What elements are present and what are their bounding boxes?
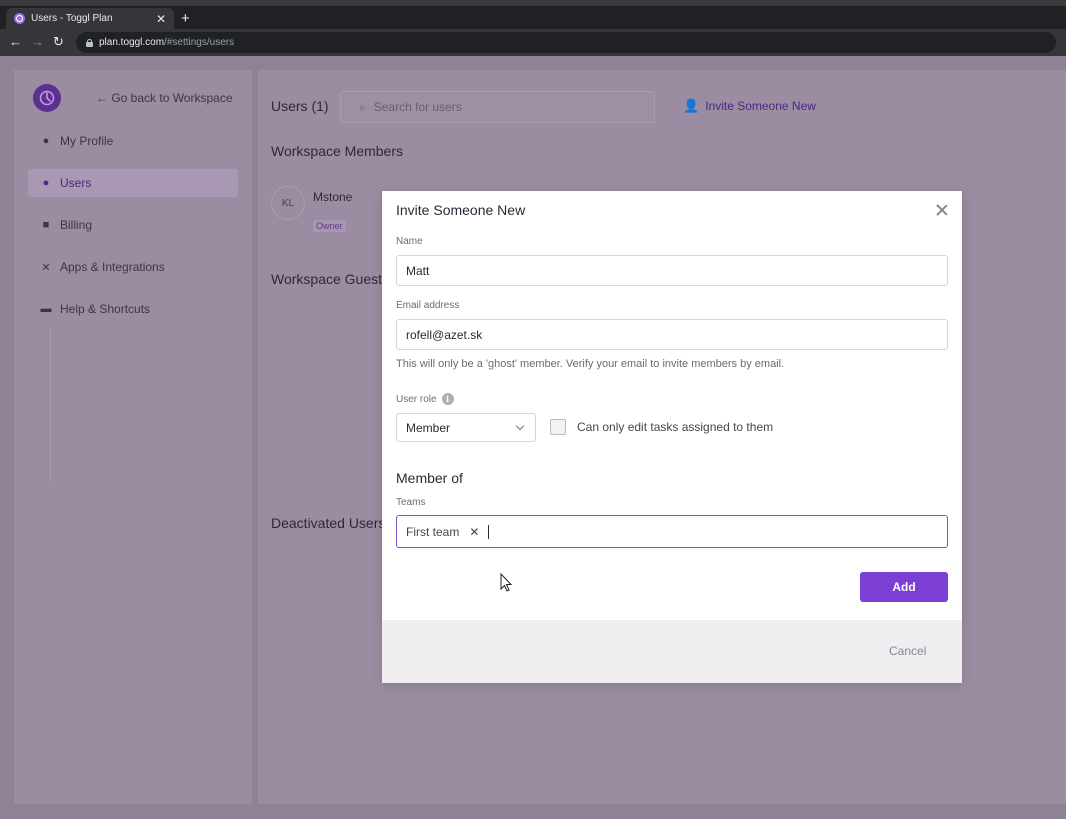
url-path: /#settings/users xyxy=(164,37,235,48)
sidebar-divider xyxy=(50,328,51,483)
user-role-value: Member xyxy=(406,420,451,435)
sidebar-item-help-shortcuts[interactable]: ▬ Help & Shortcuts xyxy=(28,295,238,323)
lock-icon xyxy=(86,38,93,47)
url-field[interactable]: plan.toggl.com /#settings/users xyxy=(76,32,1056,53)
user-role-label-text: User role xyxy=(396,393,437,405)
page-title: Users (1) xyxy=(271,98,329,114)
info-icon[interactable]: i xyxy=(441,393,454,405)
sidebar-item-label: Apps & Integrations xyxy=(60,260,165,274)
back-to-workspace-link[interactable]: ← Go back to Workspace xyxy=(96,91,233,105)
email-label: Email address xyxy=(396,300,460,311)
wallet-icon: ■ xyxy=(42,219,50,231)
tools-icon: ✕ xyxy=(41,261,51,274)
deactivated-users-heading: Deactivated Users xyxy=(271,515,386,531)
tab-title: Users - Toggl Plan xyxy=(31,13,113,24)
ghost-member-hint: This will only be a 'ghost' member. Veri… xyxy=(396,358,785,370)
person-icon: ● xyxy=(42,135,50,147)
reload-icon[interactable]: ↻ xyxy=(53,34,64,50)
sidebar-item-users[interactable]: ● Users xyxy=(28,169,238,197)
user-role-select[interactable]: Member xyxy=(396,413,536,442)
toggl-logo-icon[interactable] xyxy=(33,84,61,112)
invite-someone-new-link[interactable]: 👤 Invite Someone New xyxy=(683,98,816,114)
back-arrow-icon[interactable]: ← xyxy=(9,34,22,50)
email-field[interactable] xyxy=(396,319,948,350)
invite-label: Invite Someone New xyxy=(705,99,816,113)
address-bar: ← → ↻ plan.toggl.com /#settings/users xyxy=(0,29,1066,56)
tab-bar: Users - Toggl Plan ✕ + xyxy=(0,6,1066,29)
teams-label: Teams xyxy=(396,497,426,508)
teams-input[interactable]: First team ✕ xyxy=(396,515,948,548)
owner-badge: Owner xyxy=(313,220,346,232)
sidebar-item-label: Help & Shortcuts xyxy=(60,302,151,316)
toggl-favicon-icon xyxy=(14,13,25,24)
sidebar-item-label: Users xyxy=(60,176,92,190)
chevron-down-icon xyxy=(515,421,525,431)
name-label: Name xyxy=(396,236,423,247)
search-input[interactable]: ⌕ Search for users xyxy=(340,91,655,123)
sidebar-item-my-profile[interactable]: ● My Profile xyxy=(28,127,238,155)
modal-title: Invite Someone New xyxy=(396,202,526,218)
search-icon: ⌕ xyxy=(359,99,366,114)
forward-arrow-icon[interactable]: → xyxy=(31,34,44,50)
mouse-cursor-icon xyxy=(500,573,512,592)
text-caret xyxy=(488,524,490,539)
member-name: Mstone xyxy=(313,190,353,204)
add-button[interactable]: Add xyxy=(860,572,948,602)
remove-tag-icon[interactable]: ✕ xyxy=(469,525,479,539)
member-of-heading: Member of xyxy=(396,470,463,486)
sidebar-item-apps-integrations[interactable]: ✕ Apps & Integrations xyxy=(28,253,238,281)
search-placeholder: Search for users xyxy=(373,100,462,114)
invite-modal: Invite Someone New Name Email address Th… xyxy=(382,191,962,683)
workspace-members-heading: Workspace Members xyxy=(271,143,404,159)
tab-close-icon[interactable]: ✕ xyxy=(156,12,166,26)
team-tag-label: First team xyxy=(406,524,460,539)
edit-assigned-only-checkbox[interactable] xyxy=(550,419,566,435)
member-row[interactable]: KL Mstone Owner xyxy=(271,186,353,232)
cancel-button[interactable]: Cancel xyxy=(889,644,926,658)
workspace-guests-heading: Workspace Guests xyxy=(271,271,390,287)
modal-footer: Cancel xyxy=(382,620,962,683)
close-icon[interactable] xyxy=(935,203,949,217)
new-tab-icon[interactable]: + xyxy=(181,10,190,27)
sidebar-item-label: My Profile xyxy=(60,134,114,148)
sidebar-item-label: Billing xyxy=(60,218,93,232)
browser-tab[interactable]: Users - Toggl Plan ✕ xyxy=(6,8,174,29)
users-icon: ● xyxy=(42,177,50,189)
user-role-label: User role i xyxy=(396,393,454,405)
add-user-icon: 👤 xyxy=(683,98,700,113)
url-domain: plan.toggl.com xyxy=(99,37,165,48)
settings-sidebar: ← Go back to Workspace ● My Profile ● Us… xyxy=(14,70,252,804)
chat-icon: ▬ xyxy=(40,303,52,315)
name-field[interactable] xyxy=(396,255,948,286)
checkbox-label: Can only edit tasks assigned to them xyxy=(577,420,774,434)
sidebar-item-billing[interactable]: ■ Billing xyxy=(28,211,238,239)
avatar: KL xyxy=(271,186,305,220)
team-tag: First team ✕ xyxy=(406,525,479,539)
